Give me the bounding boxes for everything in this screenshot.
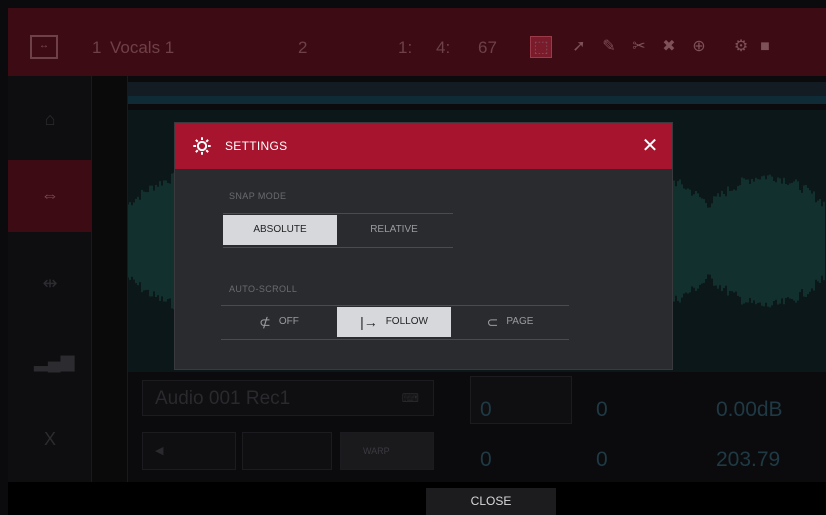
auto-scroll-page[interactable]: ⊂ PAGE xyxy=(451,307,569,337)
reverse-icon: ◀ xyxy=(155,445,164,457)
auto-scroll-off-label: OFF xyxy=(278,316,299,327)
settings-gear-icon[interactable]: ⚙ xyxy=(730,36,752,58)
more-icon[interactable]: ■ xyxy=(760,36,770,58)
dialog-header: SETTINGS ✕ xyxy=(175,123,672,169)
arrow-right-bar-icon: |→ xyxy=(360,314,378,330)
gain-value[interactable]: 0.00dB xyxy=(716,398,783,422)
pencil-tool-icon[interactable]: ✎ xyxy=(598,36,620,58)
settings-dialog: SETTINGS ✕ SNAP MODE ABSOLUTE RELATIVE A… xyxy=(175,123,672,369)
bottom-bar xyxy=(8,482,826,515)
pointer-tool-icon[interactable]: ➚ xyxy=(568,36,590,58)
position-beats[interactable]: 4: xyxy=(436,38,450,58)
warp-button[interactable]: WARP xyxy=(340,432,434,470)
left-nav: ⌂ ⇔ ⇹ ▂▄▆ X xyxy=(8,76,92,482)
snap-mode-relative-label: RELATIVE xyxy=(370,224,418,235)
snap-mode-absolute[interactable]: ABSOLUTE xyxy=(223,215,337,245)
track-number: 1 xyxy=(92,38,102,57)
mid-button[interactable] xyxy=(242,432,332,470)
zoom-tool-icon[interactable]: ⊕ xyxy=(688,36,710,58)
param-value-b[interactable]: 0 xyxy=(596,398,608,422)
track-name[interactable]: Vocals 1 xyxy=(110,38,174,58)
param-value-a: 0 xyxy=(480,398,492,421)
dialog-title: SETTINGS xyxy=(225,139,288,153)
param-value-c[interactable]: 0 xyxy=(480,448,492,472)
snap-value[interactable]: 2 xyxy=(298,38,307,58)
position-ticks[interactable]: 67 xyxy=(478,38,497,58)
reverse-button[interactable]: ◀ xyxy=(142,432,236,470)
close-button[interactable]: CLOSE xyxy=(426,488,556,515)
levels-icon[interactable]: ▂▄▆ xyxy=(34,348,74,374)
xy-icon[interactable]: X xyxy=(34,426,66,452)
scissors-tool-icon[interactable]: ✂ xyxy=(628,36,650,58)
param-value-d[interactable]: 0 xyxy=(596,448,608,472)
chop-icon[interactable]: ⇹ xyxy=(34,270,66,296)
auto-scroll-top-rule xyxy=(221,305,569,306)
sample-name: Audio 001 Rec1 xyxy=(155,388,291,409)
select-tool-icon[interactable]: ⬚ xyxy=(530,36,552,58)
gear-icon xyxy=(193,137,211,155)
bpm-value[interactable]: 203.79 xyxy=(716,448,780,472)
auto-scroll-bottom-rule xyxy=(221,339,569,340)
audio-edit-icon: ⇔ xyxy=(41,185,59,205)
warp-label: WARP xyxy=(363,446,390,456)
side-column xyxy=(92,76,128,482)
auto-scroll-off[interactable]: ⊄ OFF xyxy=(221,307,337,337)
snap-mode-top-rule xyxy=(223,213,453,214)
nav-audio-edit[interactable]: ⇔ xyxy=(8,160,92,232)
audio-edit-mode-icon[interactable]: ↔ xyxy=(30,35,58,59)
timeline-ruler[interactable] xyxy=(128,82,826,96)
auto-scroll-label: AUTO-SCROLL xyxy=(229,284,298,294)
lower-panel: Audio 001 Rec1 ⌨ ◀ WARP 0 0 0.00dB 0 0 2… xyxy=(128,372,826,482)
snap-mode-absolute-label: ABSOLUTE xyxy=(253,224,307,235)
sample-name-field[interactable]: Audio 001 Rec1 ⌨ xyxy=(142,380,434,416)
no-scroll-icon: ⊄ xyxy=(259,314,271,330)
mute-tool-icon[interactable]: ✖ xyxy=(658,36,680,58)
page-wrap-icon: ⊂ xyxy=(486,314,499,330)
position-bars[interactable]: 1: xyxy=(398,38,412,58)
timeline-bar xyxy=(128,96,826,104)
snap-mode-relative[interactable]: RELATIVE xyxy=(337,215,451,245)
snap-mode-label: SNAP MODE xyxy=(229,191,287,201)
auto-scroll-page-label: PAGE xyxy=(506,316,534,327)
auto-scroll-follow-label: FOLLOW xyxy=(385,316,428,327)
snap-mode-bottom-rule xyxy=(223,247,453,248)
close-icon[interactable]: ✕ xyxy=(637,133,663,159)
home-icon[interactable]: ⌂ xyxy=(34,106,66,132)
auto-scroll-follow[interactable]: |→ FOLLOW xyxy=(337,307,451,337)
top-bar: ↔ 1 Vocals 1 2 1: 4: 67 ⬚ ➚ ✎ ✂ ✖ ⊕ ⚙ ■ xyxy=(8,8,826,76)
keyboard-icon[interactable]: ⌨ xyxy=(402,391,419,405)
